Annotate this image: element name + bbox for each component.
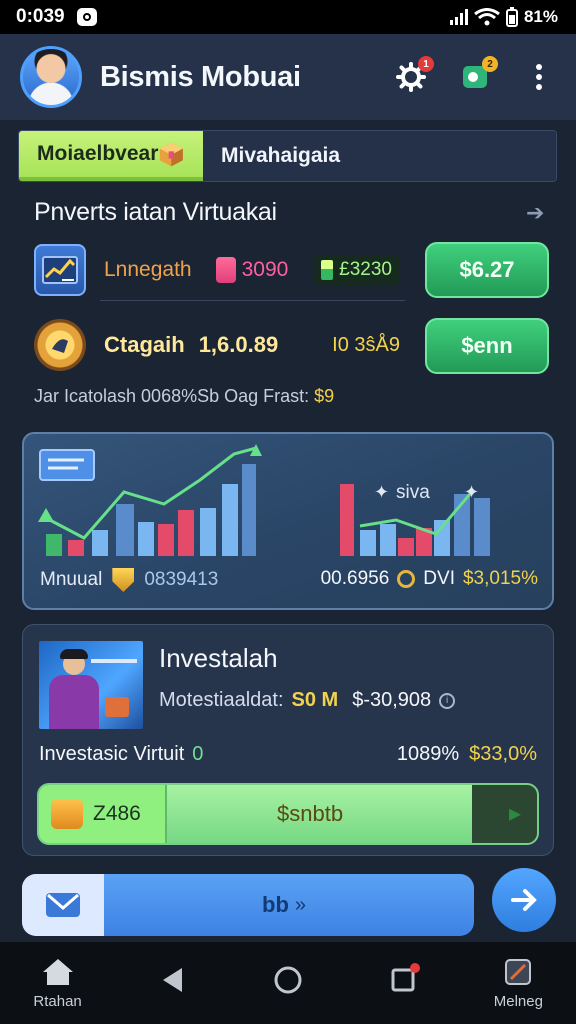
bottom-navigation: Rtahan Melneg	[0, 942, 576, 1024]
progress-left-value: Z486	[93, 802, 141, 825]
wifi-icon	[474, 8, 500, 26]
nav-back[interactable]	[125, 966, 221, 1000]
tab-1-label: Mivahaigaia	[221, 144, 341, 167]
market-label: Mnuual	[40, 569, 103, 590]
send-fab[interactable]	[492, 868, 556, 932]
more-options-icon[interactable]	[522, 60, 556, 94]
investment-progress[interactable]: Z486 $snbtb ▸	[37, 783, 539, 845]
section-title: Pnverts iatan Virtuakai	[34, 198, 277, 226]
wallet-icon	[215, 257, 236, 283]
footnote-value: $9	[314, 386, 335, 406]
battery-level: 81%	[523, 7, 558, 26]
progress-label: $snbtb	[277, 801, 344, 826]
camera-notification-icon	[76, 8, 97, 26]
market-value: 00.6956	[320, 568, 390, 589]
tab-0-label: Moiaelbvear	[37, 142, 159, 165]
profile-card-icon	[505, 958, 532, 985]
invest-title: Investalah	[159, 643, 278, 673]
status-time: 0:039	[16, 6, 65, 27]
asset-buy-label: $6.27	[459, 257, 515, 282]
coin-icon	[397, 570, 416, 588]
invest-subtitle-value: S0 M	[291, 689, 339, 711]
chevron-right-icon[interactable]: ▸	[509, 799, 521, 828]
investment-card[interactable]: Investalah Motestiaaldat: S0 M $-30,908 …	[22, 624, 554, 856]
asset-sell-label: $enn	[461, 333, 513, 358]
market-change: $3,015%	[462, 568, 538, 589]
nav-item-home[interactable]: Rtahan	[10, 957, 106, 1010]
invest-rate-amount: $33,0%	[469, 743, 537, 765]
footnote-text: Jar Icatolash 0068%Sb Oag Frast:	[34, 386, 310, 406]
info-icon[interactable]: i	[439, 692, 456, 709]
app-title: Bismis Mobuai	[100, 60, 301, 93]
send-icon	[511, 889, 537, 911]
invest-rate: 1089%	[396, 743, 460, 765]
battery-icon	[505, 7, 518, 27]
invest-amount: $-30,908	[352, 689, 432, 711]
promo-image	[39, 641, 143, 729]
nav-item-profile[interactable]: Melneg	[470, 957, 566, 1010]
asset-name: Lnnegath	[104, 258, 192, 281]
settings-button[interactable]: 1	[394, 56, 434, 94]
asset-name: Ctagaih	[104, 332, 185, 357]
divider	[100, 300, 405, 301]
footnote: Jar Icatolash 0068%Sb Oag Frast: $9	[34, 386, 334, 407]
asset-balance: £3230	[339, 259, 392, 280]
asset-buy-button[interactable]: $6.27	[425, 242, 549, 298]
ticket-icon	[51, 799, 83, 829]
cube-icon	[160, 142, 184, 167]
market-footer-left: Mnuual 0839413	[40, 568, 218, 592]
app-bar: Bismis Mobuai 1 2	[0, 34, 576, 120]
shield-icon	[112, 568, 135, 592]
status-bar: 0:039 81%	[0, 0, 576, 34]
signal-icon	[449, 9, 468, 25]
flag-icon	[39, 449, 95, 481]
chart-icon	[34, 244, 86, 296]
notifications-badge: 2	[482, 56, 498, 72]
avatar[interactable]	[20, 46, 82, 108]
asset-balance: I0 3ŝÅ9	[332, 333, 400, 356]
invest-subtitle: Motestiaaldat:	[159, 689, 284, 711]
circle-home-icon	[274, 966, 302, 994]
battery-level-icon	[321, 260, 334, 280]
invest-name: Investasic Virtuit	[39, 743, 185, 765]
asset-amount: 3090	[241, 258, 289, 281]
nav-home-circle[interactable]	[240, 965, 336, 1001]
invest-rate-row: 1089% $33,0%	[397, 743, 537, 766]
notifications-button[interactable]: 2	[458, 56, 498, 94]
mail-icon-box	[22, 874, 104, 936]
nav-label: Rtahan	[33, 992, 82, 1010]
tab-bar: Moiaelbvear Mivahaigaia	[18, 130, 557, 182]
progress-left: Z486	[39, 785, 167, 843]
market-unit: DVI	[423, 568, 455, 589]
market-code: 0839413	[144, 569, 219, 590]
invest-name-row: Investasic Virtuit 0	[39, 743, 203, 766]
asset-amount: 1,6.0.89	[198, 332, 279, 357]
home-icon	[42, 958, 73, 985]
svg-text:✦: ✦	[374, 482, 389, 502]
legend-text: siva	[396, 482, 430, 503]
recents-badge	[410, 963, 421, 973]
back-icon	[162, 968, 182, 992]
market-chart-card[interactable]: ✦ ✦ siva Mnuual 0839413 00.6956 DVI $3,0…	[22, 432, 554, 610]
nav-label: Melneg	[493, 992, 543, 1010]
mail-icon	[46, 893, 80, 917]
tab-0[interactable]: Moiaelbvear	[19, 131, 203, 181]
tab-1[interactable]: Mivahaigaia	[203, 131, 556, 181]
double-chevron-icon: »	[294, 893, 307, 916]
balance-badge: £3230	[313, 255, 400, 285]
coin-icon	[34, 319, 86, 371]
nav-recents[interactable]	[355, 963, 451, 999]
market-footer-right: 00.6956 DVI $3,015%	[321, 568, 538, 590]
settings-badge: 1	[418, 56, 434, 72]
primary-action-label: bb	[262, 892, 289, 917]
invest-subtitle-row: Motestiaaldat: S0 M $-30,908 i	[159, 689, 456, 712]
invest-name-value: 0	[192, 743, 204, 765]
chevron-right-icon[interactable]: ➔	[526, 200, 544, 226]
primary-action-button[interactable]: bb »	[22, 874, 474, 936]
svg-text:✦: ✦	[464, 482, 479, 502]
asset-sell-button[interactable]: $enn	[425, 318, 549, 374]
